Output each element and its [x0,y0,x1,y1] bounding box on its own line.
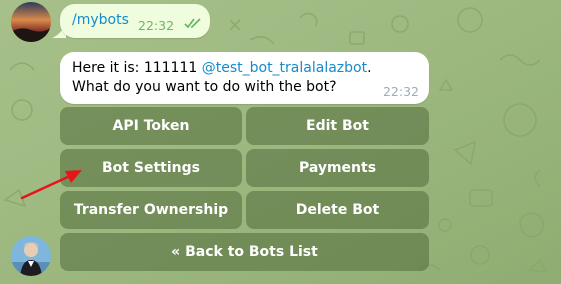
message-time: 22:32 [382,84,419,99]
message-line-2: What do you want to do with the bot? [72,79,337,95]
payments-button[interactable]: Payments [246,149,429,187]
delete-bot-button[interactable]: Delete Bot [246,191,429,229]
red-arrow-icon [20,170,82,200]
bot-username-link[interactable]: @test_bot_tralalalazbot [202,60,367,76]
outgoing-message-bubble[interactable]: /mybots 22:32 [60,4,210,38]
bot-command-link[interactable]: /mybots [72,12,129,28]
back-to-bots-list-button[interactable]: « Back to Bots List [60,233,429,271]
user-avatar[interactable] [11,2,51,42]
incoming-message-bubble: Here it is: 111111 @test_bot_tralalalazb… [60,52,429,104]
message-text-prefix: Here it is: 111111 [72,60,202,76]
bot-avatar[interactable] [11,236,51,276]
message-line-1: Here it is: 111111 @test_bot_tralalalazb… [72,60,372,76]
message-text-suffix: . [367,60,372,76]
double-check-icon [184,18,201,29]
message-time: 22:32 [138,18,175,33]
edit-bot-button[interactable]: Edit Bot [246,107,429,145]
api-token-button[interactable]: API Token [60,107,242,145]
